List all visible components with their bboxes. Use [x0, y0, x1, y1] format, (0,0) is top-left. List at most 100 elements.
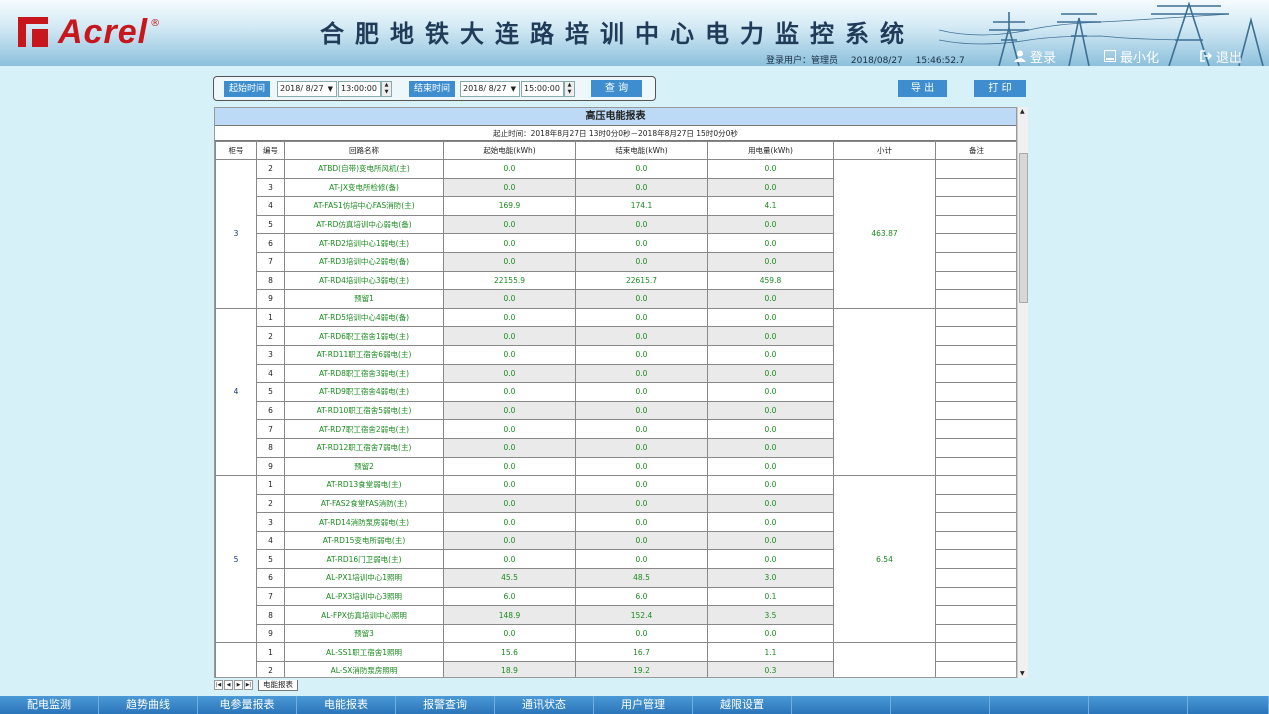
circuit-number-cell: 3	[256, 177, 285, 198]
start-time-input[interactable]: 13:00:00	[338, 81, 381, 97]
remark-cell	[935, 642, 1016, 663]
remark-cell	[935, 623, 1016, 644]
end-energy-cell: 174.1	[575, 196, 708, 216]
remark-cell	[935, 251, 1016, 272]
nav-alarm-query[interactable]: 报警查询	[396, 696, 495, 714]
usage-cell: 0.0	[707, 419, 834, 439]
login-user: 登录用户：管理员	[766, 56, 839, 66]
start-date-value: 2018/ 8/27	[280, 84, 324, 93]
nav-energy-report[interactable]: 电能报表	[297, 696, 396, 714]
circuit-name-cell: AL-SS1职工宿舍1照明	[284, 642, 444, 663]
end-energy-cell: 0.0	[575, 437, 708, 458]
scroll-down-icon[interactable]: ▼	[1020, 670, 1025, 677]
start-energy-cell: 0.0	[443, 623, 576, 644]
subtotal-cell: 6.54	[833, 475, 936, 644]
table-row: 5 1 AT-RD13食堂弱电(主) 0.0 0.0 0.0 6.54	[215, 475, 1016, 644]
status-date: 2018/08/27	[850, 56, 903, 66]
nav-empty	[1089, 696, 1188, 714]
end-energy-cell: 152.4	[575, 605, 708, 625]
nav-limit-settings[interactable]: 越限设置	[693, 696, 792, 714]
end-time-spinner[interactable]: ▲ ▼	[564, 81, 575, 97]
circuit-name-cell: 预留1	[284, 289, 444, 309]
query-button[interactable]: 查 询	[591, 80, 642, 97]
start-energy-cell: 45.5	[443, 568, 576, 588]
remark-cell	[935, 177, 1016, 198]
subtotal-cell	[833, 307, 936, 477]
usage-cell: 0.0	[707, 214, 834, 235]
end-time-input[interactable]: 15:00:00	[521, 81, 564, 97]
next-sheet-icon[interactable]: ▶	[234, 680, 243, 690]
login-button[interactable]: 登录	[1014, 47, 1056, 66]
nav-parameter-report[interactable]: 电参量报表	[198, 696, 297, 714]
start-energy-cell: 0.0	[443, 475, 576, 495]
circuit-name-cell: AT-JX变电所检修(备)	[284, 177, 444, 198]
circuit-number-cell: 4	[256, 196, 285, 216]
scroll-up-icon[interactable]: ▲	[1020, 108, 1025, 115]
end-energy-cell: 48.5	[575, 568, 708, 588]
last-sheet-icon[interactable]: ▶|	[244, 680, 253, 690]
nav-comm-status[interactable]: 通讯状态	[495, 696, 594, 714]
column-header: 起始电能(kWh)	[443, 141, 576, 160]
start-energy-cell: 22155.9	[443, 270, 576, 291]
start-energy-cell: 0.0	[443, 177, 576, 198]
circuit-number-cell: 5	[256, 382, 285, 402]
usage-cell: 1.1	[707, 642, 834, 663]
end-energy-cell: 0.0	[575, 400, 708, 421]
end-energy-cell: 0.0	[575, 326, 708, 346]
remark-cell	[935, 512, 1016, 532]
usage-cell: 0.0	[707, 475, 834, 495]
print-button[interactable]: 打 印	[974, 80, 1026, 97]
usage-cell: 0.0	[707, 344, 834, 365]
end-energy-cell: 0.0	[575, 214, 708, 235]
circuit-name-cell: AT-RD9职工宿舍4弱电(主)	[284, 382, 444, 402]
end-energy-cell: 0.0	[575, 307, 708, 328]
nav-user-management[interactable]: 用户管理	[594, 696, 693, 714]
circuit-number-cell: 4	[256, 363, 285, 384]
column-header: 用电量(kWh)	[707, 141, 834, 160]
nav-power-monitoring[interactable]: 配电监测	[0, 696, 99, 714]
circuit-name-cell: 预留3	[284, 623, 444, 644]
end-energy-cell: 19.2	[575, 661, 708, 677]
exit-button[interactable]: 退出	[1200, 47, 1242, 66]
end-energy-cell: 0.0	[575, 623, 708, 644]
usage-cell: 0.0	[707, 549, 834, 570]
end-energy-cell: 6.0	[575, 586, 708, 607]
table-row: 3 2 ATBD(自带)变电所风机(主) 0.0 0.0 0.0 463.87	[215, 159, 1016, 309]
minimize-button[interactable]: 最小化	[1104, 47, 1159, 66]
end-energy-cell: 0.0	[575, 289, 708, 309]
start-energy-cell: 0.0	[443, 233, 576, 253]
usage-cell: 0.0	[707, 289, 834, 309]
circuit-name-cell: AT-FAS2食堂FAS消防(主)	[284, 493, 444, 514]
circuit-name-cell: AT-RD13食堂弱电(主)	[284, 475, 444, 495]
scrollbar-thumb[interactable]	[1019, 153, 1028, 303]
nav-trend-curve[interactable]: 趋势曲线	[99, 696, 198, 714]
start-date-picker[interactable]: 2018/ 8/27 ▼	[277, 81, 337, 97]
circuit-name-cell: AT-RD4培训中心3弱电(主)	[284, 270, 444, 291]
start-energy-cell: 0.0	[443, 549, 576, 570]
first-sheet-icon[interactable]: |◀	[214, 680, 223, 690]
usage-cell: 0.0	[707, 363, 834, 384]
start-energy-cell: 0.0	[443, 289, 576, 309]
end-energy-cell: 22615.7	[575, 270, 708, 291]
start-energy-cell: 0.0	[443, 493, 576, 514]
vertical-scrollbar[interactable]: ▲ ▼	[1017, 107, 1028, 678]
end-date-picker[interactable]: 2018/ 8/27 ▼	[460, 81, 520, 97]
end-energy-cell: 0.0	[575, 475, 708, 495]
start-energy-cell: 0.0	[443, 437, 576, 458]
export-button[interactable]: 导 出	[898, 80, 947, 97]
remark-cell	[935, 549, 1016, 570]
circuit-number-cell: 2	[256, 159, 285, 179]
remark-cell	[935, 605, 1016, 625]
nav-empty	[1188, 696, 1269, 714]
prev-sheet-icon[interactable]: ◀	[224, 680, 233, 690]
sheet-tab-energy[interactable]: 电能报表	[258, 679, 298, 691]
column-header: 柜号	[215, 141, 257, 160]
cabinet-number-cell	[215, 642, 257, 677]
start-energy-cell: 0.0	[443, 382, 576, 402]
start-time-spinner[interactable]: ▲ ▼	[381, 81, 392, 97]
circuit-number-cell: 7	[256, 586, 285, 607]
circuit-number-cell: 8	[256, 437, 285, 458]
circuit-name-cell: AL-PX3培训中心3照明	[284, 586, 444, 607]
end-energy-cell: 0.0	[575, 363, 708, 384]
nav-empty	[990, 696, 1089, 714]
